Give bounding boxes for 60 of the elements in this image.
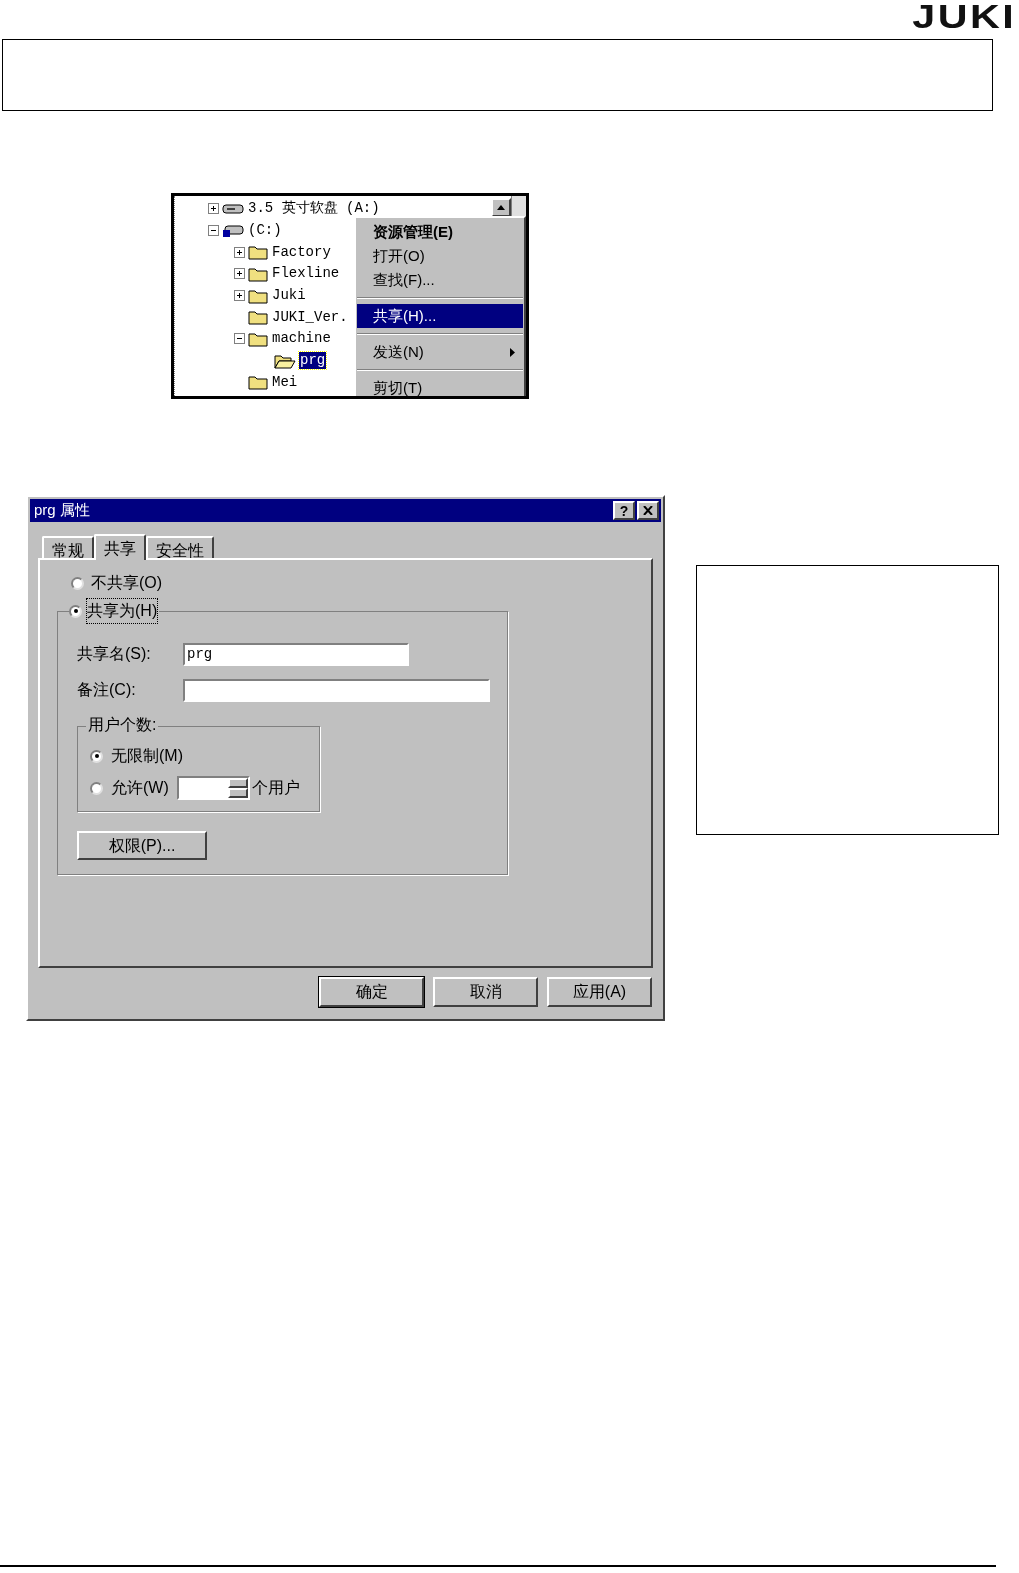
menu-item[interactable]: 打开(O) <box>357 244 523 268</box>
menu-item[interactable]: 查找(F)... <box>357 268 523 292</box>
unit-label: 个用户 <box>251 778 300 798</box>
tree-item[interactable]: Juki <box>271 287 307 305</box>
folder-icon <box>248 309 268 326</box>
folder-icon <box>248 374 268 391</box>
tab[interactable]: 共享 <box>94 534 146 560</box>
open-folder-icon <box>274 352 296 369</box>
close-button[interactable] <box>637 501 659 520</box>
group-title: 用户个数: <box>86 715 159 735</box>
collapse-icon[interactable] <box>234 333 245 345</box>
field-label: 共享名(S): <box>77 644 152 664</box>
radio-button[interactable] <box>90 781 103 795</box>
tree-item[interactable]: JUKI_Ver. <box>271 308 349 326</box>
dialog-button[interactable]: 确定 <box>319 977 424 1007</box>
help-button[interactable]: ? <box>613 501 635 520</box>
spin-up-button[interactable] <box>227 778 248 788</box>
tree-item[interactable]: prg <box>299 352 327 370</box>
menu-item[interactable]: 共享(H)... <box>357 304 523 328</box>
menu-item[interactable]: 资源管理(E) <box>357 220 523 244</box>
radio-label[interactable]: 允许(W) <box>111 776 169 800</box>
tree-item[interactable]: 3.5 英寸软盘 (A:) <box>247 200 381 218</box>
submenu-arrow-icon <box>510 347 515 357</box>
tree-item[interactable]: Flexline <box>271 265 341 283</box>
window-title: prg 属性 <box>34 500 90 521</box>
tree-item[interactable]: Mei <box>271 373 299 391</box>
close-icon <box>643 506 653 515</box>
input-field[interactable]: prg <box>183 642 409 666</box>
menu-item[interactable]: 剪切(T) <box>357 376 523 396</box>
expand-icon[interactable] <box>234 246 245 258</box>
permissions-button[interactable]: 权限(P)... <box>77 831 207 860</box>
hard-drive-icon <box>222 222 244 239</box>
field-label: 备注(C): <box>77 680 137 700</box>
tree-item[interactable]: (C:) <box>247 222 283 240</box>
folder-icon <box>248 244 268 261</box>
expand-icon[interactable] <box>234 290 245 302</box>
folder-icon <box>248 265 268 282</box>
tab[interactable]: 安全性 <box>146 536 214 558</box>
logo: JUKI <box>912 2 1016 37</box>
collapse-icon[interactable] <box>208 225 219 237</box>
radio-button[interactable] <box>69 604 82 618</box>
radio-label[interactable]: 不共享(O) <box>91 571 163 595</box>
up-arrow-icon <box>497 205 505 210</box>
input-field[interactable] <box>183 678 490 702</box>
tree-item[interactable]: Factory <box>271 243 332 261</box>
dialog-button[interactable]: 取消 <box>433 977 538 1007</box>
radio-label[interactable]: 无限制(M) <box>111 744 183 768</box>
folder-icon <box>248 287 268 304</box>
menu-item[interactable]: 发送(N) <box>357 340 523 364</box>
spin-down-button[interactable] <box>227 788 248 798</box>
tree-item[interactable]: machine <box>271 330 332 348</box>
expand-icon[interactable] <box>234 268 245 280</box>
radio-button[interactable] <box>71 576 84 590</box>
expand-icon[interactable] <box>208 203 219 215</box>
folder-icon <box>248 330 268 347</box>
radio-button[interactable] <box>90 749 103 763</box>
dialog-button[interactable]: 应用(A) <box>547 977 652 1007</box>
number-spinner[interactable] <box>176 776 250 800</box>
floppy-drive-icon <box>222 202 244 215</box>
tab[interactable]: 常规 <box>42 536 94 558</box>
